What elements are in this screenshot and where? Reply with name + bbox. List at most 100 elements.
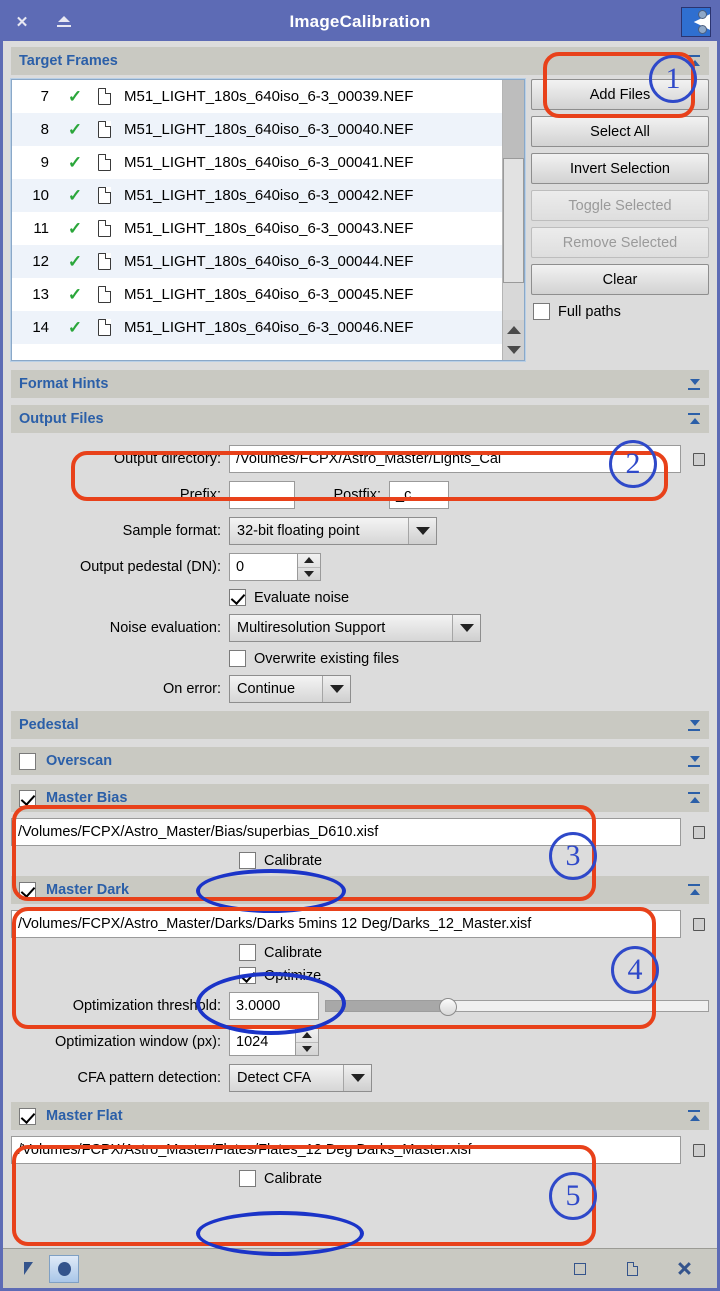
chevron-down-icon[interactable] [343,1065,371,1091]
section-header-output-files[interactable]: Output Files [11,405,709,433]
on-error-dropdown[interactable]: Continue [229,675,351,703]
master-dark-optimize-checkbox[interactable] [239,967,256,984]
close-icon[interactable]: ✕ [9,9,35,35]
row-enabled-check-icon[interactable]: ✓ [58,252,92,272]
master-dark-path-field[interactable]: /Volumes/FCPX/Astro_Master/Darks/Darks 5… [11,910,681,938]
sample-format-dropdown[interactable]: 32-bit floating point [229,517,437,545]
section-header-overscan[interactable]: Overscan [11,747,709,775]
section-header-target-frames[interactable]: Target Frames [11,47,709,75]
table-row[interactable]: 12 ✓ M51_LIGHT_180s_640iso_6-3_00044.NEF [12,245,502,278]
row-enabled-check-icon[interactable]: ✓ [58,87,92,107]
scroll-up-icon[interactable] [503,320,524,340]
spin-down-icon[interactable] [296,1043,318,1056]
overwrite-existing-files-checkbox-row[interactable]: Overwrite existing files [229,650,399,667]
scroll-down-icon[interactable] [503,340,524,360]
output-directory-browse-icon[interactable] [689,452,709,466]
slider-handle[interactable] [438,998,457,1016]
master-dark-enable-checkbox[interactable] [19,881,36,899]
new-instance-icon[interactable] [565,1255,595,1283]
section-header-master-dark[interactable]: Master Dark [11,876,709,904]
output-pedestal-spin-buttons[interactable] [297,553,321,581]
collapse-arrow-up-icon[interactable] [687,882,703,898]
table-row[interactable]: 8 ✓ M51_LIGHT_180s_640iso_6-3_00040.NEF [12,113,502,146]
row-enabled-check-icon[interactable]: ✓ [58,153,92,173]
expand-arrow-down-icon[interactable] [687,717,703,733]
output-directory-field[interactable]: /Volumes/FCPX/Astro_Master/Lights_Cal [229,445,681,473]
master-bias-calibrate-row[interactable]: Calibrate [11,852,709,869]
table-row[interactable]: 7 ✓ M51_LIGHT_180s_640iso_6-3_00039.NEF [12,80,502,113]
table-row[interactable]: 9 ✓ M51_LIGHT_180s_640iso_6-3_00041.NEF [12,146,502,179]
full-paths-checkbox[interactable] [533,303,550,320]
master-bias-enable-checkbox[interactable] [19,789,36,807]
row-enabled-check-icon[interactable]: ✓ [58,285,92,305]
master-flat-browse-icon[interactable] [689,1143,709,1157]
master-bias-calibrate-checkbox[interactable] [239,852,256,869]
master-bias-browse-icon[interactable] [689,825,709,839]
chevron-down-icon[interactable] [452,615,480,641]
table-row[interactable]: 11 ✓ M51_LIGHT_180s_640iso_6-3_00043.NEF [12,212,502,245]
overwrite-existing-files-checkbox[interactable] [229,650,246,667]
scrollbar-trough-lower[interactable] [503,283,524,320]
collapse-arrow-up-icon[interactable] [687,1108,703,1124]
spin-up-icon[interactable] [296,1029,318,1043]
optimization-threshold-field[interactable]: 3.0000 [229,992,319,1020]
evaluate-noise-checkbox-row[interactable]: Evaluate noise [229,589,349,606]
target-frames-list[interactable]: 7 ✓ M51_LIGHT_180s_640iso_6-3_00039.NEF … [10,78,526,362]
evaluate-noise-checkbox[interactable] [229,589,246,606]
master-flat-calibrate-checkbox[interactable] [239,1170,256,1187]
scrollbar-thumb[interactable] [503,158,524,283]
optimization-window-spin-buttons[interactable] [295,1028,319,1056]
apply-global-icon[interactable] [49,1254,79,1283]
chevron-down-icon[interactable] [408,518,436,544]
optimization-window-value[interactable]: 1024 [229,1028,295,1056]
scrollbar-trough-upper[interactable] [503,80,524,158]
expand-arrow-down-icon[interactable] [687,753,703,769]
section-header-master-bias[interactable]: Master Bias [11,784,709,812]
reset-icon[interactable] [669,1255,699,1283]
arrow-pointer-icon[interactable] [13,1255,43,1283]
master-flat-calibrate-row[interactable]: Calibrate [11,1170,709,1187]
row-enabled-check-icon[interactable]: ✓ [58,219,92,239]
chevron-down-icon[interactable] [322,676,350,702]
spin-up-icon[interactable] [298,554,320,568]
collapse-arrow-up-icon[interactable] [687,411,703,427]
master-dark-calibrate-checkbox[interactable] [239,944,256,961]
collapse-arrow-up-icon[interactable] [687,53,703,69]
postfix-field[interactable]: _c [389,481,449,509]
table-row[interactable]: 13 ✓ M51_LIGHT_180s_640iso_6-3_00045.NEF [12,278,502,311]
toggle-selected-button[interactable]: Toggle Selected [531,190,709,221]
prefix-field[interactable] [229,481,295,509]
optimization-window-stepper[interactable]: 1024 [229,1028,319,1056]
row-enabled-check-icon[interactable]: ✓ [58,318,92,338]
browse-documentation-icon[interactable] [617,1255,647,1283]
table-row[interactable]: 10 ✓ M51_LIGHT_180s_640iso_6-3_00042.NEF [12,179,502,212]
master-dark-optimize-row[interactable]: Optimize [11,967,709,984]
full-paths-checkbox-row[interactable]: Full paths [531,303,709,320]
add-files-button[interactable]: Add Files [531,79,709,110]
collapse-arrow-up-icon[interactable] [687,790,703,806]
select-all-button[interactable]: Select All [531,116,709,147]
collapse-icon[interactable] [51,9,77,35]
imagecalibration-process-icon[interactable] [681,7,711,37]
master-flat-path-field[interactable]: /Volumes/FCPX/Astro_Master/Flates/Flates… [11,1136,681,1164]
section-header-format-hints[interactable]: Format Hints [11,370,709,398]
master-bias-path-field[interactable]: /Volumes/FCPX/Astro_Master/Bias/superbia… [11,818,681,846]
overscan-checkbox[interactable] [19,752,36,770]
row-enabled-check-icon[interactable]: ✓ [58,120,92,140]
section-header-master-flat[interactable]: Master Flat [11,1102,709,1130]
expand-arrow-down-icon[interactable] [687,376,703,392]
master-dark-browse-icon[interactable] [689,917,709,931]
master-flat-enable-checkbox[interactable] [19,1107,36,1125]
output-pedestal-value[interactable]: 0 [229,553,297,581]
table-row[interactable]: 14 ✓ M51_LIGHT_180s_640iso_6-3_00046.NEF [12,311,502,344]
master-dark-calibrate-row[interactable]: Calibrate [11,944,709,961]
noise-evaluation-dropdown[interactable]: Multiresolution Support [229,614,481,642]
remove-selected-button[interactable]: Remove Selected [531,227,709,258]
clear-button[interactable]: Clear [531,264,709,295]
spin-down-icon[interactable] [298,568,320,581]
list-scrollbar[interactable] [502,80,524,360]
output-pedestal-stepper[interactable]: 0 [229,553,321,581]
optimization-threshold-slider[interactable] [325,998,709,1016]
cfa-pattern-detection-dropdown[interactable]: Detect CFA [229,1064,372,1092]
row-enabled-check-icon[interactable]: ✓ [58,186,92,206]
